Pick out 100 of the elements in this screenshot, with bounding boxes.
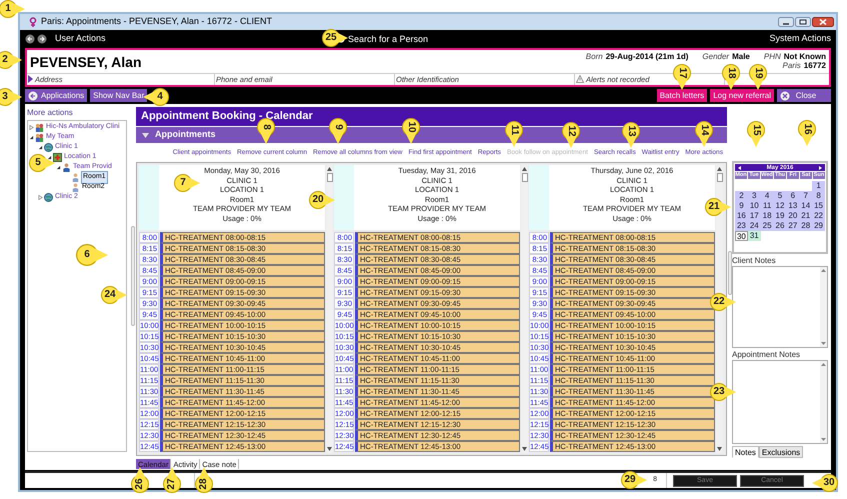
maximize-button[interactable] [795, 17, 811, 27]
callout: 23 [710, 383, 736, 401]
scroll-up-icon[interactable] [821, 363, 826, 366]
collapse-icon[interactable] [38, 145, 43, 150]
person-icon [71, 183, 80, 192]
callout: 1 [0, 0, 25, 18]
splitter-handle[interactable] [130, 226, 134, 326]
calendar-day[interactable]: 14 [799, 201, 812, 211]
calendar-day[interactable]: 31 [748, 231, 761, 241]
calendar-day[interactable]: 16 [735, 211, 748, 221]
calendar-day[interactable]: 22 [812, 211, 825, 221]
calendar-day[interactable]: 28 [799, 221, 812, 231]
calendar-day[interactable]: 2 [735, 191, 748, 201]
calendar-day[interactable]: 26 [774, 221, 786, 231]
calendar-day[interactable]: 5 [774, 191, 786, 201]
action-button[interactable]: Batch letters [656, 89, 708, 102]
notes-label: Appointment Notes [732, 350, 802, 360]
callout: 18 [722, 64, 740, 90]
field-label: Paris [782, 61, 801, 70]
notes-label: Client Notes [732, 256, 777, 266]
collapse-icon[interactable] [56, 165, 61, 170]
notes-field[interactable] [732, 360, 828, 444]
close-button[interactable] [812, 17, 834, 27]
scroll-down-icon[interactable] [821, 438, 826, 441]
calendar-day[interactable]: 11 [760, 201, 774, 211]
calendar-day[interactable]: 19 [774, 211, 786, 221]
calendar-day[interactable]: 25 [760, 221, 774, 231]
scroll-up-icon[interactable] [327, 167, 332, 171]
back-icon [28, 90, 38, 100]
more-actions-link[interactable]: More actions [27, 107, 127, 120]
calendar-day[interactable]: 23 [735, 221, 748, 231]
back-icon[interactable] [25, 34, 35, 44]
calendar-day[interactable]: 13 [786, 201, 800, 211]
calendar-day[interactable]: 1 [812, 181, 825, 191]
scrollbar[interactable] [521, 165, 528, 453]
callout: 14 [695, 121, 713, 147]
globe-icon [44, 193, 53, 202]
collapse-icon[interactable] [29, 135, 34, 140]
scroll-down-icon[interactable] [717, 447, 722, 451]
callout: 13 [622, 122, 640, 148]
nav-button[interactable]: Applications [25, 89, 88, 102]
scroll-down-icon[interactable] [327, 447, 332, 451]
scroll-up-icon[interactable] [717, 167, 722, 171]
calendar-day[interactable]: 24 [748, 221, 761, 231]
calendar-day[interactable]: 4 [760, 191, 774, 201]
calendar-day[interactable]: 6 [786, 191, 800, 201]
collapse-icon[interactable] [47, 155, 52, 160]
calendar-day[interactable]: 29 [812, 221, 825, 231]
tab[interactable]: Notes [732, 446, 759, 458]
search-link[interactable]: Search for a Person [348, 33, 428, 46]
calendar-day[interactable]: 3 [748, 191, 761, 201]
scroll-thumb[interactable] [716, 173, 722, 182]
calendar-day[interactable]: 27 [786, 221, 800, 231]
scroll-down-icon[interactable] [821, 342, 826, 345]
calendar-day[interactable]: 15 [812, 201, 825, 211]
callout: 30 [812, 474, 838, 492]
callout: 11 [505, 121, 523, 147]
patient-name: PEVENSEY, Alan [30, 55, 142, 69]
nav-button[interactable]: Show Nav Bar [90, 89, 148, 102]
callout: 17 [673, 64, 691, 90]
callout: 19 [749, 64, 767, 90]
field-label: Gender [702, 52, 730, 61]
scroll-thumb[interactable] [522, 173, 528, 182]
callout: 12 [562, 122, 580, 148]
field-value: 29-Aug-2014 (21m 1d) [606, 52, 688, 61]
calendar-day[interactable]: 12 [774, 201, 786, 211]
scroll-up-icon[interactable] [821, 269, 826, 272]
close-button[interactable]: Close [777, 89, 831, 102]
user-actions-menu[interactable]: User Actions [55, 32, 106, 46]
system-actions-menu[interactable]: System Actions [769, 32, 831, 46]
tab[interactable]: Exclusions [758, 446, 804, 458]
calendar-day[interactable]: 30 [735, 231, 748, 241]
calendar-day[interactable]: 10 [748, 201, 761, 211]
person-icon [62, 163, 71, 172]
callout: 25 [322, 29, 348, 47]
callout: 20 [309, 191, 335, 209]
calendar-day[interactable]: 17 [748, 211, 761, 221]
previous-month-icon[interactable] [738, 166, 741, 170]
calendar-day[interactable]: 8 [812, 191, 825, 201]
calendar-day[interactable]: 20 [786, 211, 800, 221]
action-button[interactable]: Log new referral [710, 89, 774, 102]
scrollbar[interactable] [326, 165, 333, 453]
splitter-handle[interactable] [728, 251, 732, 295]
calendar-day[interactable]: 21 [799, 211, 812, 221]
scroll-down-icon[interactable] [522, 447, 527, 451]
calendar-day[interactable]: 7 [799, 191, 812, 201]
scroll-thumb[interactable] [326, 173, 332, 182]
scroll-up-icon[interactable] [522, 167, 527, 171]
globe-icon [44, 143, 53, 152]
forward-icon[interactable] [37, 34, 47, 44]
minimize-button[interactable] [778, 17, 794, 27]
time-column-header [334, 165, 354, 230]
expand-icon[interactable] [28, 75, 33, 84]
notes-field[interactable] [732, 266, 828, 348]
next-month-icon[interactable] [819, 166, 822, 170]
calendar-day[interactable]: 18 [760, 211, 774, 221]
app-icon [28, 17, 38, 27]
callout: 6 [76, 244, 108, 266]
calendar-day[interactable]: 9 [735, 201, 748, 211]
field-value: 16772 [804, 61, 826, 70]
